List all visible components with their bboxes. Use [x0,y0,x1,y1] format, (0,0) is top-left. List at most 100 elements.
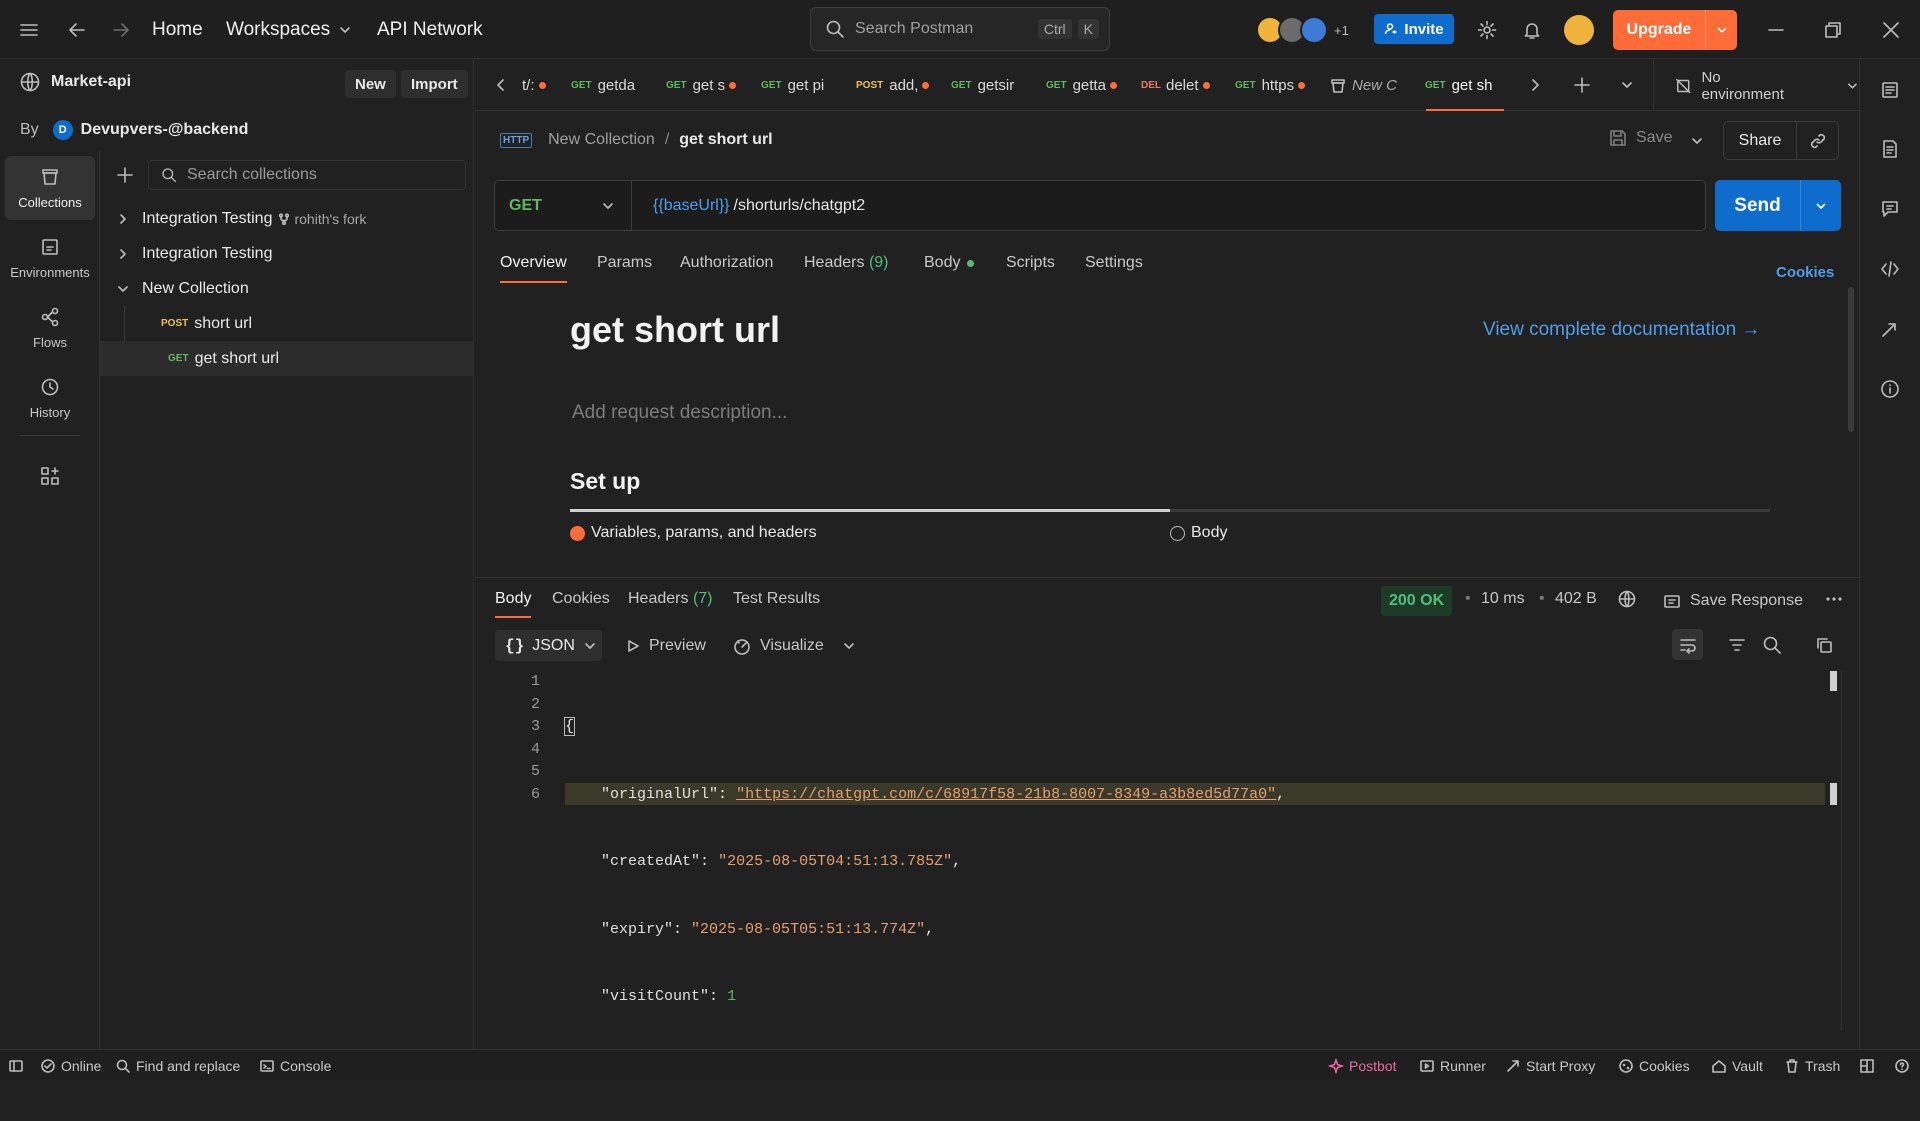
trash-button[interactable]: Trash [1784,1050,1840,1081]
url-input[interactable]: {{baseUrl}} /shorturls/chatgpt2 [653,181,865,230]
overview-scrollbar[interactable] [1848,287,1854,432]
tab-item[interactable]: POST add, [856,60,938,111]
tab-params[interactable]: Params [597,254,652,272]
bell-icon[interactable] [1521,19,1543,41]
related-icon[interactable] [1879,318,1901,340]
copy-icon[interactable] [1814,635,1834,655]
tree-item-post-short-url[interactable]: POST short url [100,306,474,341]
add-collection-icon[interactable] [115,165,135,185]
tab-item[interactable]: t/: [522,60,570,111]
rail-history[interactable]: History [5,366,95,430]
nav-api-network[interactable]: API Network [377,0,483,59]
response-size[interactable]: 402 B [1555,590,1597,608]
tab-item[interactable]: New C [1330,60,1406,111]
tab-item[interactable]: GET getta [1046,60,1130,111]
upgrade-button[interactable]: Upgrade [1613,10,1737,50]
environment-selector[interactable]: No environment [1675,60,1859,111]
setup-step-variables[interactable]: Variables, params, and headers [570,524,817,542]
method-select[interactable]: GET [495,181,632,230]
close-icon[interactable] [1880,19,1902,41]
response-tab-cookies[interactable]: Cookies [552,590,610,608]
visualize-button[interactable]: Visualize [732,630,824,661]
send-options-dropdown[interactable] [1800,180,1841,231]
cookies-link[interactable]: Cookies [1776,264,1834,281]
response-tab-headers[interactable]: Headers (7) [628,590,713,608]
tree-item-get-short-url[interactable]: GET get short url [100,341,474,376]
rail-environments[interactable]: Environments [5,226,95,290]
user-avatar[interactable] [1564,15,1594,45]
tabs-scroll-right-icon[interactable] [1527,77,1543,93]
workspace-title[interactable]: Market-api [19,71,131,93]
tab-item[interactable]: GET get s [666,60,744,111]
notes-icon[interactable] [1879,138,1901,160]
find-replace-button[interactable]: Find and replace [115,1050,240,1081]
restore-icon[interactable] [1822,19,1844,41]
settings-gear-icon[interactable] [1476,19,1498,41]
collection-search-input[interactable]: Search collections [148,160,466,190]
save-button[interactable]: Save [1608,128,1672,148]
more-options-icon[interactable] [1824,589,1844,609]
owner-name[interactable]: Devupvers-@backend [81,121,249,139]
breadcrumb-parent[interactable]: New Collection [548,131,655,149]
tab-authorization[interactable]: Authorization [680,254,773,272]
tab-item[interactable]: GET get pi [761,60,833,111]
help-icon[interactable] [1894,1050,1910,1081]
save-options-chevron-icon[interactable] [1689,133,1705,149]
tree-item-integration-testing[interactable]: Integration Testing [100,236,474,271]
nav-workspaces[interactable]: Workspaces [226,0,352,59]
invite-button[interactable]: Invite [1374,14,1454,44]
import-button[interactable]: Import [401,70,468,98]
back-arrow-icon[interactable] [66,19,88,41]
copy-link-icon[interactable] [1797,132,1838,150]
documentation-icon[interactable] [1879,79,1901,101]
online-status[interactable]: Online [40,1050,101,1081]
filter-icon[interactable] [1727,635,1747,655]
vault-button[interactable]: Vault [1711,1050,1763,1081]
tab-item[interactable]: GET https [1235,60,1317,111]
layout-toggle-icon[interactable] [1859,1050,1875,1081]
wrap-lines-icon[interactable] [1672,629,1703,660]
tab-settings[interactable]: Settings [1085,254,1143,272]
save-response-button[interactable]: Save Response [1662,586,1803,616]
breadcrumb-current[interactable]: get short url [679,131,772,149]
global-search-input[interactable]: Search Postman Ctrl K [810,7,1110,51]
visualize-chevron-icon[interactable] [841,638,857,654]
rail-flows[interactable]: Flows [5,296,95,360]
comments-icon[interactable] [1879,198,1901,220]
tree-item-new-collection[interactable]: New Collection [100,271,474,306]
collaborator-avatars[interactable]: +1 [1256,16,1349,44]
upgrade-dropdown[interactable] [1705,10,1737,50]
tree-item-integration-testing-fork[interactable]: Integration Testing rohith's fork [100,201,474,236]
postbot-button[interactable]: Postbot [1328,1050,1396,1081]
tab-scripts[interactable]: Scripts [1006,254,1055,272]
tab-item[interactable]: GET getda [571,60,647,111]
nav-home[interactable]: Home [152,0,203,59]
tab-body[interactable]: Body [924,254,975,272]
request-title[interactable]: get short url [570,309,780,351]
send-button[interactable]: Send [1715,195,1800,217]
status-badge[interactable]: 200 OK [1381,586,1453,616]
setup-step-body[interactable]: Body [1170,524,1227,542]
add-workbench-icon[interactable] [39,465,61,487]
cookies-button[interactable]: Cookies [1618,1050,1690,1081]
tabs-menu-chevron-icon[interactable] [1619,77,1635,93]
code-url-value[interactable]: "https://chatgpt.com/c/68917f58-21b8-800… [736,786,1276,803]
code-scrollbar-thumb[interactable] [1830,671,1837,691]
code-icon[interactable] [1879,258,1901,280]
response-time[interactable]: 10 ms [1481,590,1525,608]
tabs-scroll-left-icon[interactable] [493,77,509,93]
response-tab-test-results[interactable]: Test Results [733,590,820,608]
toggle-sidebar-icon[interactable] [8,1050,24,1081]
share-button[interactable]: Share [1724,122,1797,159]
description-input[interactable]: Add request description... [572,402,787,424]
rail-collections[interactable]: Collections [5,156,95,220]
new-tab-plus-icon[interactable] [1572,75,1592,95]
info-icon[interactable] [1879,378,1901,400]
runner-button[interactable]: Runner [1419,1050,1486,1081]
search-response-icon[interactable] [1762,635,1782,655]
response-tab-body[interactable]: Body [495,590,531,608]
console-button[interactable]: Console [259,1050,331,1081]
forward-arrow-icon[interactable] [110,19,132,41]
menu-icon[interactable] [18,19,40,41]
minimize-icon[interactable] [1765,19,1787,41]
